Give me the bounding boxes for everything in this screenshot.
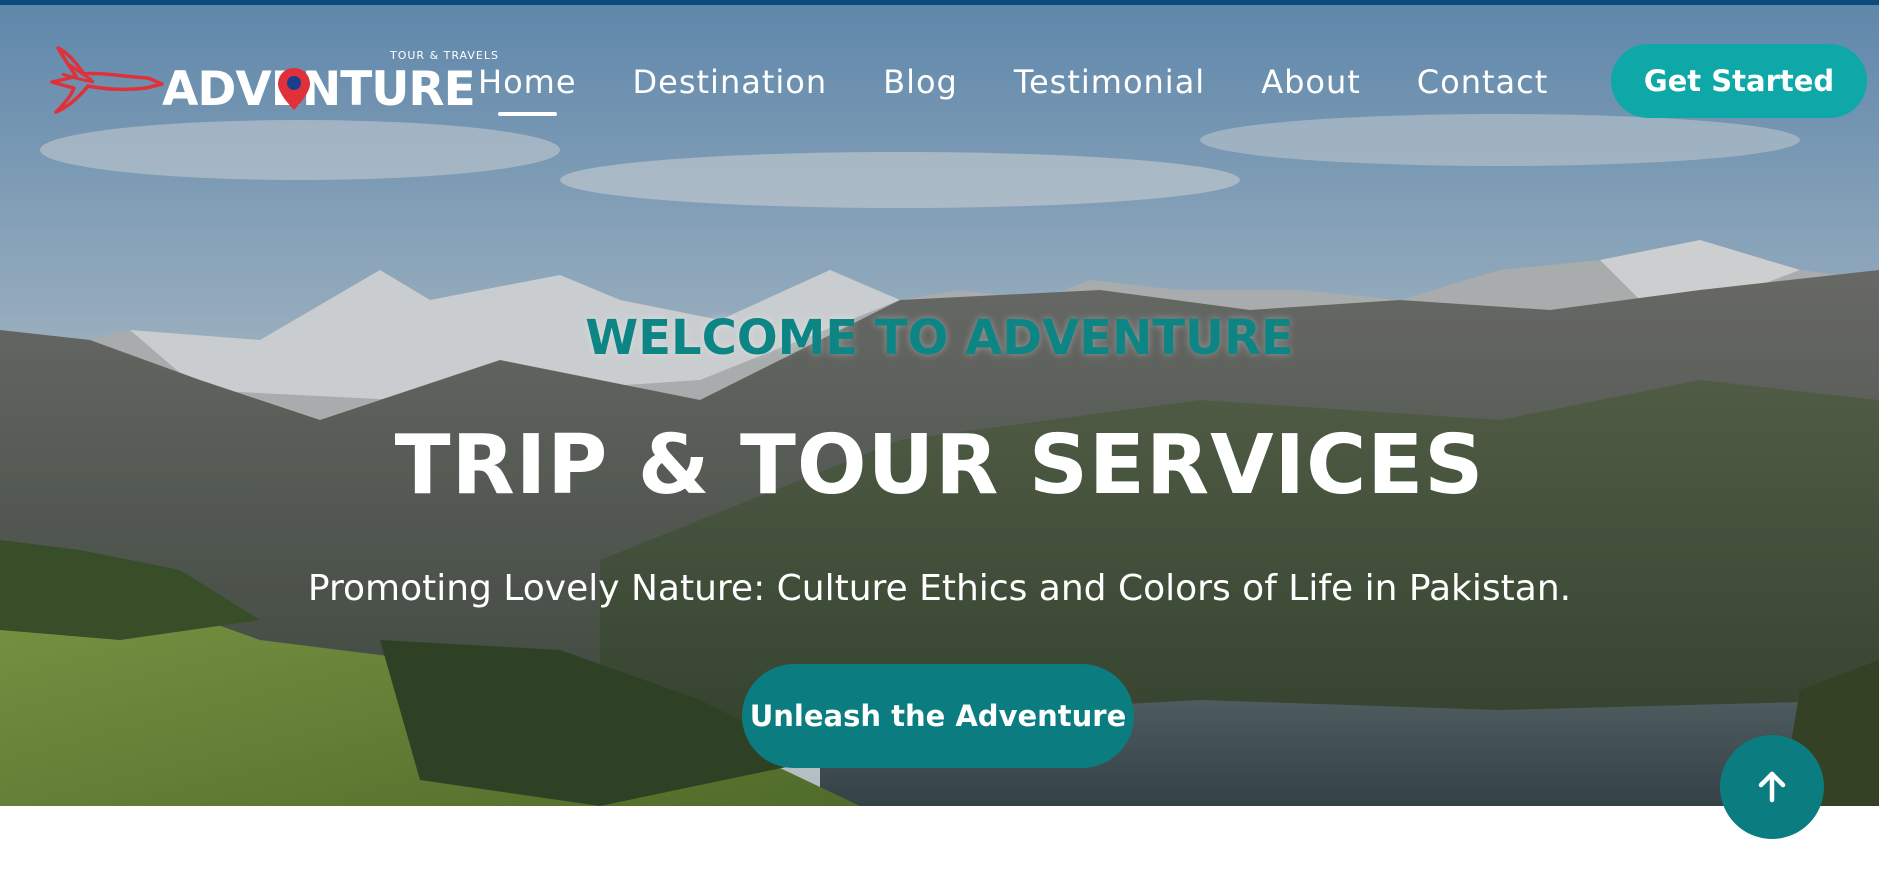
- site-logo[interactable]: TOUR & TRAVELS ADVENTURE: [48, 44, 498, 120]
- hero-kicker: WELCOME TO ADVENTURE: [585, 310, 1294, 366]
- top-accent-bar: [0, 0, 1879, 5]
- nav-menu: Home Destination Blog Testimonial About …: [478, 60, 1604, 116]
- nav-testimonial[interactable]: Testimonial: [1014, 60, 1205, 104]
- hero-title: TRIP & TOUR SERVICES: [394, 418, 1485, 513]
- nav-home[interactable]: Home: [478, 60, 577, 116]
- nav-contact[interactable]: Contact: [1417, 60, 1549, 104]
- scroll-to-top-button[interactable]: [1720, 735, 1824, 839]
- arrow-up-icon: [1758, 771, 1786, 803]
- main-navbar: TOUR & TRAVELS ADVENTURE Home Destinatio…: [0, 44, 1879, 120]
- hero-subtitle: Promoting Lovely Nature: Culture Ethics …: [307, 568, 1572, 609]
- get-started-button[interactable]: Get Started: [1611, 44, 1867, 118]
- eagle-icon: [50, 46, 164, 114]
- nav-blog[interactable]: Blog: [883, 60, 958, 104]
- logo-wordmark: ADVENTURE: [162, 62, 476, 117]
- nav-about[interactable]: About: [1261, 60, 1361, 104]
- unleash-adventure-button[interactable]: Unleash the Adventure: [742, 664, 1134, 768]
- nav-destination[interactable]: Destination: [633, 60, 828, 104]
- hero-section: WELCOME TO ADVENTURE TRIP & TOUR SERVICE…: [0, 0, 1879, 806]
- location-pin-icon: [278, 68, 310, 110]
